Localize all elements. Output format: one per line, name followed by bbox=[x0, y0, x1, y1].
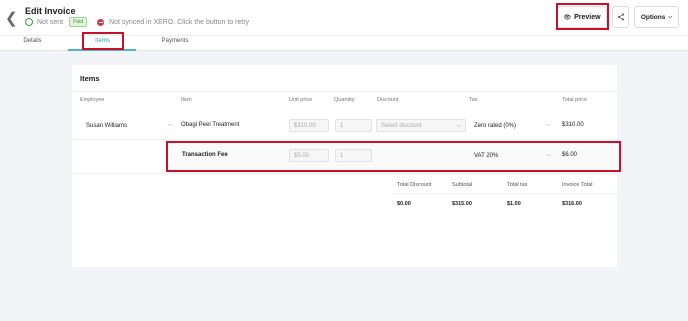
not-sent-status-icon bbox=[25, 18, 33, 26]
options-label: Options bbox=[640, 13, 666, 21]
tab-payments[interactable]: Payments bbox=[160, 38, 190, 44]
back-chevron-icon[interactable]: ❮ bbox=[5, 9, 18, 27]
row-divider bbox=[72, 139, 617, 140]
chevron-down-icon: ⌵ bbox=[547, 152, 551, 158]
items-section-title: Items bbox=[80, 74, 100, 83]
summary-total-discount-label: Total Discount bbox=[397, 182, 432, 188]
tab-bar: Details Items Payments bbox=[0, 35, 688, 51]
employee-value: Susan Williams bbox=[86, 122, 128, 129]
column-header-employee: Employee bbox=[80, 97, 105, 103]
divider bbox=[72, 91, 617, 92]
preview-label: Preview bbox=[574, 13, 601, 21]
unit-price-input[interactable]: $310.00 bbox=[289, 119, 329, 132]
tax-value: VAT 20% bbox=[474, 152, 499, 159]
summary-total-discount-value: $0.00 bbox=[397, 201, 411, 207]
summary-divider bbox=[392, 193, 617, 194]
unit-price-input[interactable]: $5.00 bbox=[289, 149, 329, 162]
row-divider bbox=[72, 173, 617, 174]
summary-total-tax-label: Total tax bbox=[507, 182, 528, 188]
tab-items[interactable]: Items bbox=[90, 38, 115, 44]
sync-status-text: Not synced in XERO. Click the button to … bbox=[109, 18, 250, 26]
chevron-down-icon: ⌵ bbox=[547, 122, 551, 128]
share-icon bbox=[617, 13, 624, 21]
tax-select[interactable]: Zero rated (0%) ⌵ bbox=[474, 119, 554, 132]
sent-status-text: Not sent bbox=[37, 18, 64, 26]
sync-error-icon bbox=[97, 18, 105, 26]
eye-icon: 👁 bbox=[563, 14, 572, 21]
quantity-input[interactable]: 1 bbox=[335, 119, 372, 132]
summary-subtotal-label: Subtotal bbox=[452, 182, 473, 188]
active-tab-indicator bbox=[68, 49, 136, 51]
column-header-total-price: Total price bbox=[562, 97, 588, 103]
paid-badge: Paid bbox=[69, 17, 88, 27]
items-card: Items Employee Item Unit price Quantity … bbox=[72, 65, 617, 267]
options-button[interactable]: Options ⌵ bbox=[634, 6, 679, 28]
column-header-unit-price: Unit price bbox=[289, 97, 313, 103]
summary-invoice-total-value: $316.00 bbox=[562, 201, 582, 207]
preview-button[interactable]: 👁 Preview bbox=[557, 6, 607, 28]
sync-status[interactable]: Not synced in XERO. Click the button to … bbox=[97, 18, 250, 26]
page-title: Edit Invoice bbox=[25, 6, 76, 16]
row-total: $310.00 bbox=[562, 122, 584, 128]
summary-invoice-total-label: Invoice Total bbox=[562, 182, 593, 188]
discount-select[interactable]: Select discount ⌵ bbox=[376, 119, 466, 132]
employee-select[interactable]: Susan Williams ⌵ bbox=[86, 119, 174, 132]
quantity-input[interactable]: 1 bbox=[335, 149, 372, 162]
column-header-tax: Tax bbox=[469, 97, 478, 103]
tax-value: Zero rated (0%) bbox=[474, 122, 517, 129]
column-header-quantity: Quantity bbox=[334, 97, 355, 103]
share-button[interactable] bbox=[612, 6, 629, 28]
column-header-discount: Discount bbox=[377, 97, 399, 103]
row-total: $6.00 bbox=[562, 152, 578, 158]
summary-total-tax-value: $1.00 bbox=[507, 201, 521, 207]
column-header-item: Item bbox=[181, 97, 192, 103]
chevron-down-icon: ⌵ bbox=[168, 122, 172, 128]
app-header: ❮ Edit Invoice Not sent Paid Not synced … bbox=[0, 0, 688, 35]
tax-select[interactable]: VAT 20% ⌵ bbox=[474, 149, 554, 162]
chevron-down-icon: ⌵ bbox=[457, 123, 461, 129]
summary-subtotal-value: $315.00 bbox=[452, 201, 472, 207]
discount-placeholder: Select discount bbox=[381, 122, 422, 129]
chevron-down-icon: ⌵ bbox=[668, 14, 673, 20]
item-name: Transaction Fee bbox=[182, 152, 228, 158]
item-name: Obagi Peel Treatment bbox=[181, 122, 240, 128]
tab-details[interactable]: Details bbox=[20, 38, 45, 44]
status-row: Not sent Paid Not synced in XERO. Click … bbox=[25, 17, 249, 27]
